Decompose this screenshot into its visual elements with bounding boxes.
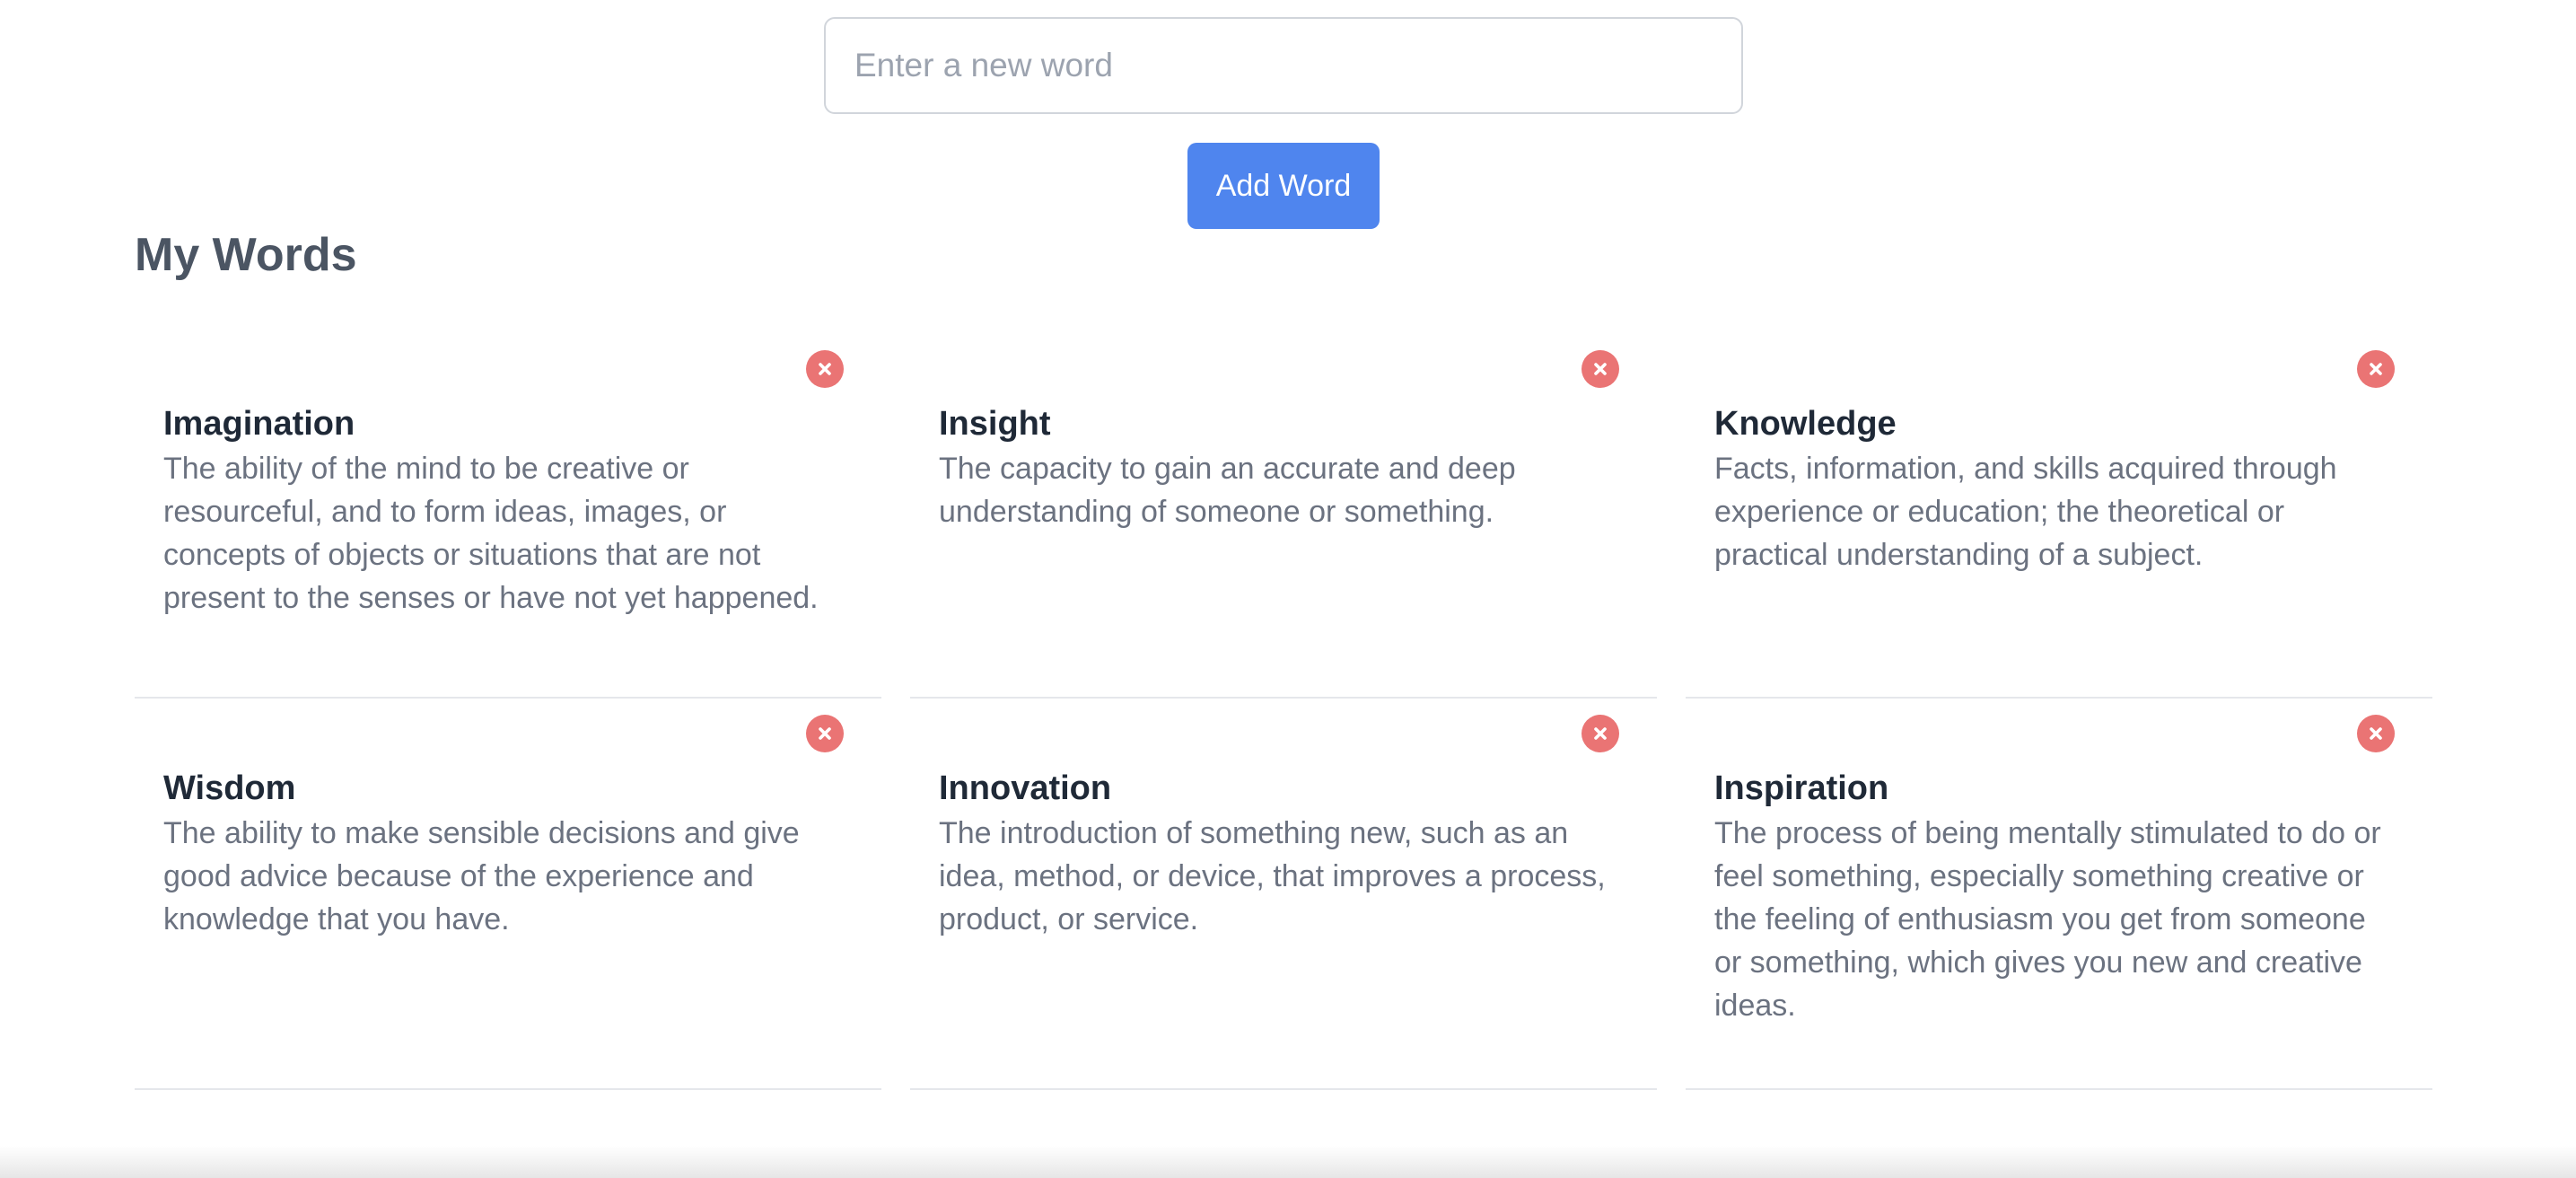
section-title: My Words [135, 229, 357, 281]
close-circle-icon [819, 363, 831, 375]
word-list-page: Add Word My Words Imagination The abilit… [0, 0, 2576, 1178]
word-definition: The capacity to gain an accurate and dee… [939, 452, 1516, 529]
word-definition: The ability to make sensible decisions a… [163, 816, 800, 936]
word-grid: Imagination The ability of the mind to b… [135, 334, 2432, 1090]
add-word-button[interactable]: Add Word [1187, 143, 1380, 229]
close-circle-icon [1594, 363, 1607, 375]
word-card: Innovation The introduction of something… [910, 699, 1657, 1090]
delete-word-button[interactable] [806, 715, 844, 752]
word-title: Insight [939, 405, 1051, 443]
close-circle-icon [2370, 727, 2382, 740]
word-title: Imagination [163, 405, 355, 443]
close-circle-icon [819, 727, 831, 740]
word-title: Inspiration [1714, 769, 1889, 807]
close-circle-icon [2370, 363, 2382, 375]
delete-word-button[interactable] [1582, 350, 1619, 388]
word-card: Knowledge Facts, information, and skills… [1686, 334, 2432, 699]
word-title: Knowledge [1714, 405, 1897, 443]
delete-word-button[interactable] [1582, 715, 1619, 752]
word-card: Insight The capacity to gain an accurate… [910, 334, 1657, 699]
word-definition: Facts, information, and skills acquired … [1714, 452, 2337, 572]
word-definition: The process of being mentally stimulated… [1714, 816, 2381, 1023]
word-title: Innovation [939, 769, 1112, 807]
close-circle-icon [1594, 727, 1607, 740]
word-title: Wisdom [163, 769, 296, 807]
word-definition: The introduction of something new, such … [939, 816, 1606, 936]
word-card: Inspiration The process of being mentall… [1686, 699, 2432, 1090]
delete-word-button[interactable] [806, 350, 844, 388]
delete-word-button[interactable] [2357, 350, 2395, 388]
word-card: Wisdom The ability to make sensible deci… [135, 699, 881, 1090]
window-bottom-shadow [0, 1146, 2576, 1178]
word-definition: The ability of the mind to be creative o… [163, 452, 819, 615]
new-word-input[interactable] [824, 17, 1743, 114]
delete-word-button[interactable] [2357, 715, 2395, 752]
word-card: Imagination The ability of the mind to b… [135, 334, 881, 699]
